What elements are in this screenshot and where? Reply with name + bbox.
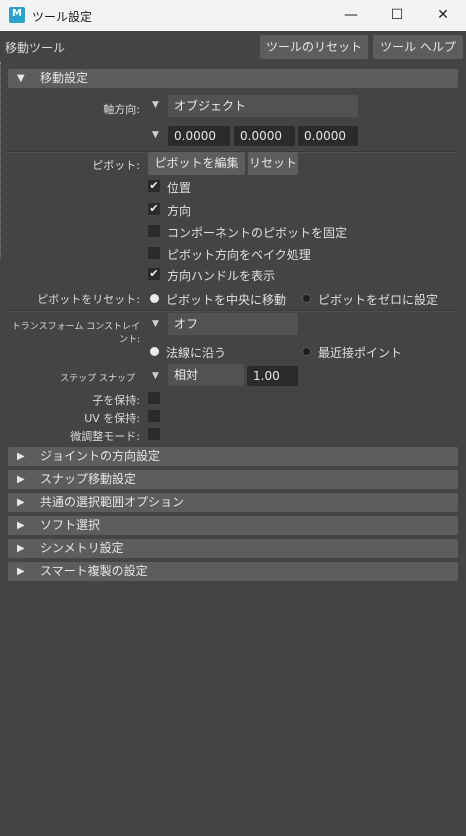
along-normals-label: 法線に沿う — [166, 346, 227, 360]
axis-x-field[interactable]: 0.0000 — [168, 126, 230, 146]
section-snap-move[interactable]: ▶ スナップ移動設定 — [8, 470, 458, 489]
pivot-reset-button[interactable]: リセット — [248, 152, 298, 175]
step-snap-dropdown-icon[interactable]: ▼ — [152, 371, 159, 381]
bake-pivot-label: ピボット方向をベイク処理 — [167, 248, 311, 262]
transform-constraint-dropdown[interactable]: オフ — [168, 313, 298, 335]
center-pivot-radio[interactable] — [150, 294, 159, 303]
expand-right-icon: ▶ — [17, 474, 25, 485]
section-common-selection[interactable]: ▶ 共通の選択範囲オプション — [8, 493, 458, 512]
edit-pivot-button[interactable]: ピボットを編集 — [148, 152, 245, 175]
fine-mode-checkbox[interactable] — [148, 428, 160, 440]
tool-help-button[interactable]: ツール ヘルプ — [373, 35, 463, 59]
section-joint-orient[interactable]: ▶ ジョイントの方向設定 — [8, 447, 458, 466]
show-handle-label: 方向ハンドルを表示 — [167, 269, 276, 283]
constraint-dropdown-icon[interactable]: ▼ — [152, 319, 159, 329]
maya-app-icon: M — [9, 7, 25, 23]
zero-pivot-radio[interactable] — [302, 294, 311, 303]
along-normals-radio[interactable] — [150, 347, 159, 356]
closest-point-label: 最近接ポイント — [318, 346, 403, 360]
expand-right-icon: ▶ — [17, 543, 25, 554]
center-pivot-label: ピボットを中央に移動 — [166, 293, 287, 307]
reset-pivot-label: ピボットをリセット: — [37, 293, 140, 306]
preserve-children-label: 子を保持: — [92, 394, 140, 407]
fine-mode-label: 微調整モード: — [70, 430, 140, 443]
axis-y-field[interactable]: 0.0000 — [234, 126, 295, 146]
axis-orientation-label: 軸方向: — [103, 103, 140, 116]
dock-edge — [0, 62, 4, 258]
window-title: ツール設定 — [32, 10, 93, 24]
pin-component-pivot-checkbox[interactable] — [148, 225, 160, 237]
dropdown-arrow-icon[interactable]: ▼ — [152, 100, 159, 110]
pin-component-pivot-label: コンポーネントのピボットを固定 — [167, 226, 348, 240]
tool-name: 移動ツール — [5, 41, 66, 55]
expand-right-icon: ▶ — [17, 451, 25, 462]
section-soft-selection[interactable]: ▶ ソフト選択 — [8, 516, 458, 535]
move-settings-body — [8, 88, 458, 444]
move-settings-header[interactable]: ▼ 移動設定 — [8, 69, 458, 88]
pivot-label: ピボット: — [92, 159, 140, 172]
expand-right-icon: ▶ — [17, 520, 25, 531]
section-smart-duplicate[interactable]: ▶ スマート複製の設定 — [8, 562, 458, 581]
step-snap-value-field[interactable]: 1.00 — [247, 366, 298, 386]
close-button[interactable]: ✕ — [420, 0, 466, 31]
axis-z-field[interactable]: 0.0000 — [298, 126, 358, 146]
preserve-children-checkbox[interactable] — [148, 392, 160, 404]
reset-tool-button[interactable]: ツールのリセット — [260, 35, 368, 59]
orientation-checkbox[interactable]: ✔ — [148, 203, 160, 215]
tool-header: 移動ツール ツールのリセット ツール ヘルプ — [0, 31, 466, 62]
axis-orientation-dropdown[interactable]: オブジェクト — [168, 95, 358, 117]
step-snap-mode-dropdown[interactable]: 相対 — [168, 364, 244, 386]
show-handle-checkbox[interactable]: ✔ — [148, 268, 160, 280]
maximize-button[interactable]: ☐ — [374, 0, 420, 31]
zero-pivot-label: ピボットをゼロに設定 — [318, 293, 439, 307]
preserve-uv-label: UV を保持: — [84, 412, 140, 425]
expand-down-icon: ▼ — [17, 73, 25, 84]
axis-vector-dropdown-icon[interactable]: ▼ — [152, 130, 159, 140]
separator — [8, 310, 458, 312]
closest-point-radio[interactable] — [302, 347, 311, 356]
transform-constraint-label: トランスフォーム コンストレイント: — [11, 322, 140, 345]
section-symmetry[interactable]: ▶ シンメトリ設定 — [8, 539, 458, 558]
minimize-button[interactable]: — — [328, 0, 374, 31]
step-snap-label: ステップ スナップ — [60, 374, 135, 384]
title-bar: M ツール設定 — ☐ ✕ — [0, 0, 466, 31]
expand-right-icon: ▶ — [17, 497, 25, 508]
bake-pivot-checkbox[interactable] — [148, 247, 160, 259]
position-checkbox[interactable]: ✔ — [148, 180, 160, 192]
orientation-label: 方向 — [167, 204, 192, 218]
preserve-uv-checkbox[interactable] — [148, 410, 160, 422]
expand-right-icon: ▶ — [17, 566, 25, 577]
position-label: 位置 — [167, 181, 192, 195]
